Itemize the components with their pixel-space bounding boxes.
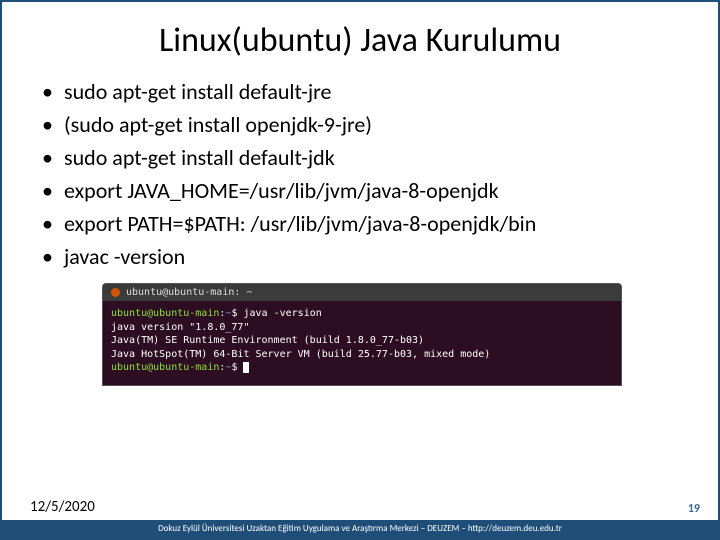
terminal-output-line: Java HotSpot(TM) 64-Bit Server VM (build… (111, 348, 613, 362)
bullet-item: javac -version (42, 240, 690, 273)
footer-date: 12/5/2020 (30, 498, 95, 516)
bullet-item: sudo apt-get install default-jdk (42, 141, 690, 174)
cursor-icon (243, 362, 249, 373)
terminal-output-line: Java(TM) SE Runtime Environment (build 1… (111, 334, 613, 348)
terminal-line: ubuntu@ubuntu-main:~$ java -version (111, 307, 613, 321)
bullet-item: export JAVA_HOME=/usr/lib/jvm/java-8-ope… (42, 174, 690, 207)
terminal-command: java -version (243, 308, 321, 319)
terminal-titlebar: ubuntu@ubuntu-main: ~ (103, 284, 621, 301)
close-icon (111, 288, 120, 297)
slide: Linux(ubuntu) Java Kurulumu sudo apt-get… (0, 0, 720, 540)
terminal-line: ubuntu@ubuntu-main:~$ (111, 361, 613, 375)
prompt-user: ubuntu@ubuntu-main (111, 362, 219, 373)
terminal-body: ubuntu@ubuntu-main:~$ java -version java… (103, 301, 621, 385)
terminal-screenshot: ubuntu@ubuntu-main: ~ ubuntu@ubuntu-main… (102, 283, 622, 386)
terminal-output-line: java version "1.8.0_77" (111, 321, 613, 335)
footer-bar: Dokuz Eylül Üniversitesi Uzaktan Eğitim … (2, 520, 718, 538)
slide-title: Linux(ubuntu) Java Kurulumu (2, 20, 718, 61)
page-number: 19 (688, 502, 700, 516)
prompt-user: ubuntu@ubuntu-main (111, 308, 219, 319)
bullet-item: export PATH=$PATH: /usr/lib/jvm/java-8-o… (42, 207, 690, 240)
slide-content: sudo apt-get install default-jre (sudo a… (2, 75, 718, 538)
bullet-list: sudo apt-get install default-jre (sudo a… (42, 75, 690, 273)
terminal-window-title: ubuntu@ubuntu-main: ~ (126, 287, 252, 298)
bullet-item: (sudo apt-get install openjdk-9-jre) (42, 108, 690, 141)
bullet-item: sudo apt-get install default-jre (42, 75, 690, 108)
